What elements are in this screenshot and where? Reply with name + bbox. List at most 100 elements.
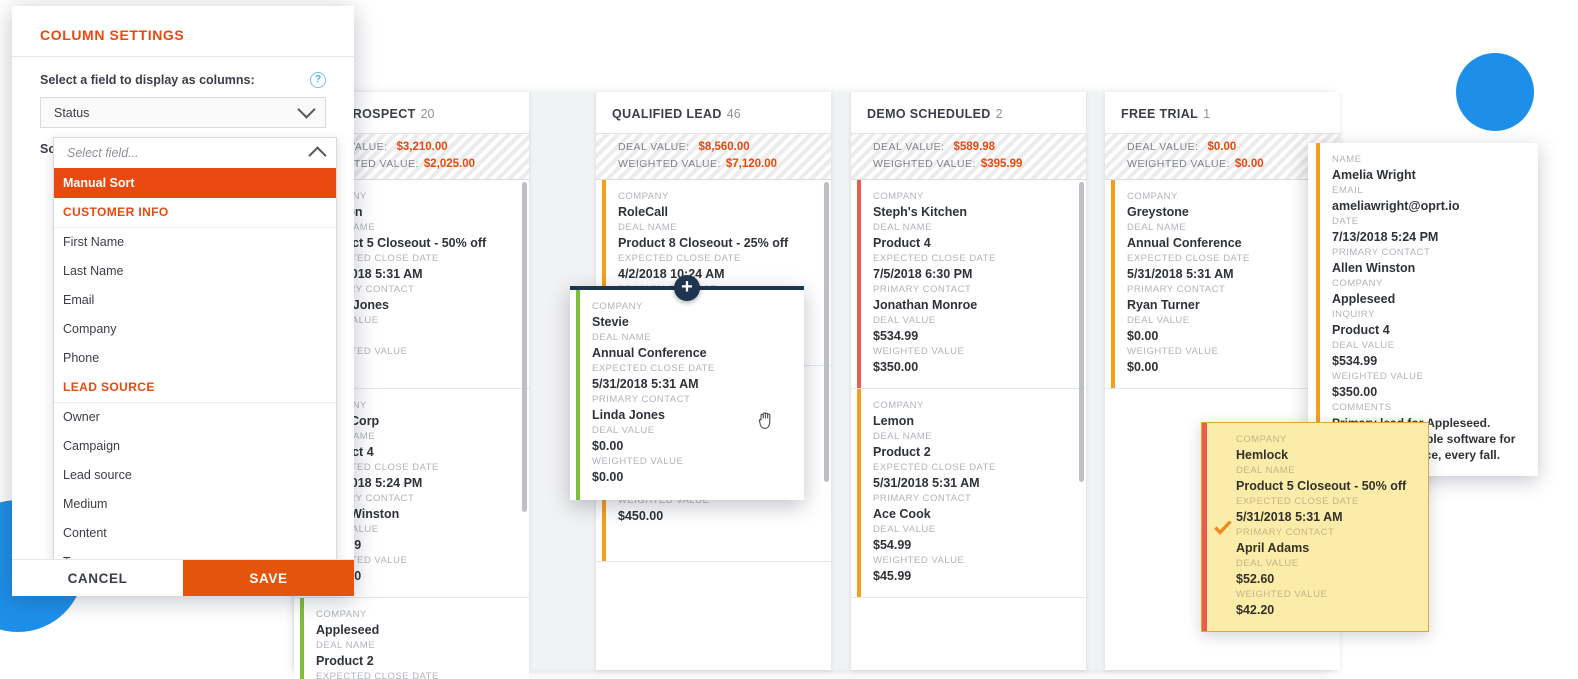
column-title: FREE TRIAL	[1121, 107, 1199, 121]
field-label-deal-value: DEAL VALUE	[1332, 340, 1395, 351]
deal-value-label: DEAL VALUE:	[618, 141, 690, 153]
decorative-circle-top-right	[1456, 53, 1534, 131]
dropdown-option-lead-source[interactable]: Lead source	[54, 461, 336, 490]
weighted-value-label: WEIGHTED VALUE:	[1127, 158, 1230, 170]
field-label-close-date: EXPECTED CLOSE DATE	[592, 363, 715, 374]
field-label-company: COMPANY	[873, 400, 924, 411]
dropdown-option-manual-sort[interactable]: Manual Sort	[54, 168, 336, 198]
dropdown-option-email[interactable]: Email	[54, 286, 336, 315]
dropdown-group-customer-info: CUSTOMER INFO	[54, 198, 336, 228]
chevron-down-icon	[297, 100, 316, 119]
dropdown-option-last-name[interactable]: Last Name	[54, 257, 336, 286]
column-header[interactable]: FREE TRIAL 1	[1105, 92, 1340, 134]
chevron-up-icon	[308, 145, 327, 165]
field-label-deal-name: DEAL NAME	[873, 222, 933, 233]
field-value-company: Lemon	[873, 414, 914, 428]
column-summary: DEAL VALUE: $8,560.00 WEIGHTED VALUE: $7,1…	[596, 134, 831, 180]
column-header[interactable]: DEMO SCHEDULED 2	[851, 92, 1086, 134]
deal-card[interactable]: COMPANY Lemon DEAL NAME Product 2 EXPECTED…	[851, 389, 1086, 598]
deal-card[interactable]: COMPANY Steph's Kitchen DEAL NAME Product …	[851, 180, 1086, 389]
field-label-company: COMPANY	[1127, 191, 1178, 202]
deal-value-total: $589.98	[953, 141, 996, 153]
selected-deal-card[interactable]: COMPANY Hemlock DEAL NAME Product 5 Closeo…	[1201, 422, 1429, 632]
field-label-close-date: EXPECTED CLOSE DATE	[1127, 253, 1250, 264]
field-label-deal-value: DEAL VALUE	[873, 315, 936, 326]
field-value-deal-value: $0.00	[592, 439, 624, 453]
field-value-deal-name: Product 5 Closeout - 50% off	[1236, 479, 1407, 493]
field-value-deal-name: Product 2	[873, 445, 931, 459]
field-label-deal-name: DEAL NAME	[1127, 222, 1187, 233]
dropdown-option-content[interactable]: Content	[54, 519, 336, 548]
field-value-contact: April Adams	[1236, 541, 1310, 555]
save-button[interactable]: SAVE	[183, 560, 354, 596]
field-value-company: Stevie	[592, 315, 629, 329]
weighted-value-total: $7,120.00	[725, 158, 777, 170]
field-value-close-date: 5/31/2018 5:31 AM	[1127, 267, 1234, 281]
deal-card[interactable]: COMPANY Greystone DEAL NAME Annual Confere…	[1105, 180, 1340, 389]
field-label-contact: PRIMARY CONTACT	[873, 493, 972, 504]
deal-value-total: $8,560.00	[698, 141, 750, 153]
field-value-deal-name: Annual Conference	[1127, 236, 1242, 250]
dropdown-option-company[interactable]: Company	[54, 315, 336, 344]
dragged-deal-card[interactable]: COMPANY Stevie DEAL NAME Annual Conference…	[570, 286, 804, 500]
field-label-contact: PRIMARY CONTACT	[1332, 247, 1431, 258]
field-label-close-date: EXPECTED CLOSE DATE	[873, 462, 996, 473]
dropdown-option-medium[interactable]: Medium	[54, 490, 336, 519]
kanban-board: NEW PROSPECT20 DEAL VALUE:$3,210.00 WEIG…	[294, 92, 1340, 679]
sort-field-placeholder: Select field...	[67, 146, 139, 160]
field-label-deal-name: DEAL NAME	[873, 431, 933, 442]
field-value-email: ameliawright@oprt.io	[1332, 199, 1460, 213]
field-value-company: Steph's Kitchen	[873, 205, 967, 219]
column-scrollbar[interactable]	[1079, 182, 1084, 482]
field-label-contact: PRIMARY CONTACT	[1236, 527, 1335, 538]
field-value-deal-value: $0.00	[1127, 329, 1159, 343]
field-value-weighted-value: $350.00	[1332, 385, 1378, 399]
plus-icon[interactable]: +	[674, 275, 700, 301]
field-value-weighted-value: $42.20	[1236, 603, 1275, 617]
weighted-value-label: WEIGHTED VALUE:	[873, 158, 976, 170]
field-label-close-date: EXPECTED CLOSE DATE	[1236, 496, 1359, 507]
field-value-close-date: 5/31/2018 5:31 AM	[592, 377, 699, 391]
column-scrollbar[interactable]	[824, 182, 829, 482]
deal-value-total: $0.00	[1207, 141, 1237, 153]
grab-hand-cursor-icon	[757, 409, 777, 431]
column-count: 2	[995, 107, 1003, 121]
field-value-inquiry: Product 4	[1332, 323, 1390, 337]
dropdown-group-lead-source: LEAD SOURCE	[54, 373, 336, 403]
dropdown-option-owner[interactable]: Owner	[54, 403, 336, 432]
column-header[interactable]: QUALIFIED LEAD 46	[596, 92, 831, 134]
deal-value-label: DEAL VALUE:	[1127, 141, 1199, 153]
column-summary: DEAL VALUE: $589.98 WEIGHTED VALUE: $395.9…	[851, 134, 1086, 180]
weighted-value-label: WEIGHTED VALUE:	[618, 158, 721, 170]
field-label-comments: COMMENTS	[1332, 402, 1392, 413]
column-field-select[interactable]: Status	[40, 97, 326, 128]
field-value-weighted-value: $45.99	[873, 569, 912, 583]
column-title: QUALIFIED LEAD	[612, 107, 722, 121]
cancel-button[interactable]: CANCEL	[12, 560, 183, 596]
dropdown-option-first-name[interactable]: First Name	[54, 228, 336, 257]
dropdown-option-phone[interactable]: Phone	[54, 344, 336, 373]
deal-card[interactable]: COMPANY Appleseed DEAL NAME Product 2 EXPE…	[294, 598, 529, 679]
column-count: 46	[726, 107, 741, 121]
sort-field-select[interactable]: Select field...	[54, 138, 336, 168]
field-value-contact: Ace Cook	[873, 507, 931, 521]
dropdown-option-campaign[interactable]: Campaign	[54, 432, 336, 461]
field-value-deal-name: Product 2	[316, 654, 374, 668]
field-value-close-date: 7/5/2018 6:30 PM	[873, 267, 973, 281]
field-label-date: DATE	[1332, 216, 1359, 227]
field-value-close-date: 5/31/2018 5:31 AM	[873, 476, 980, 490]
kanban-column-demo-scheduled: DEMO SCHEDULED 2 DEAL VALUE: $589.98 WEIGH…	[851, 92, 1086, 670]
field-label-deal-name: DEAL NAME	[618, 222, 678, 233]
field-label-weighted-value: WEIGHTED VALUE	[1332, 371, 1424, 382]
column-scrollbar[interactable]	[522, 182, 527, 512]
field-label-weighted-value: WEIGHTED VALUE	[873, 555, 965, 566]
question-mark-icon[interactable]: ?	[310, 72, 326, 88]
field-value-company: Greystone	[1127, 205, 1189, 219]
field-label-contact: PRIMARY CONTACT	[1127, 284, 1226, 295]
field-value-deal-value: $534.99	[1332, 354, 1378, 368]
sort-field-dropdown: Select field... Manual Sort CUSTOMER INF…	[53, 137, 337, 578]
dialog-title: COLUMN SETTINGS	[12, 6, 354, 57]
field-label-weighted-value: WEIGHTED VALUE	[1236, 589, 1328, 600]
field-label-company: COMPANY	[618, 191, 669, 202]
column-count: 1	[1203, 107, 1211, 121]
